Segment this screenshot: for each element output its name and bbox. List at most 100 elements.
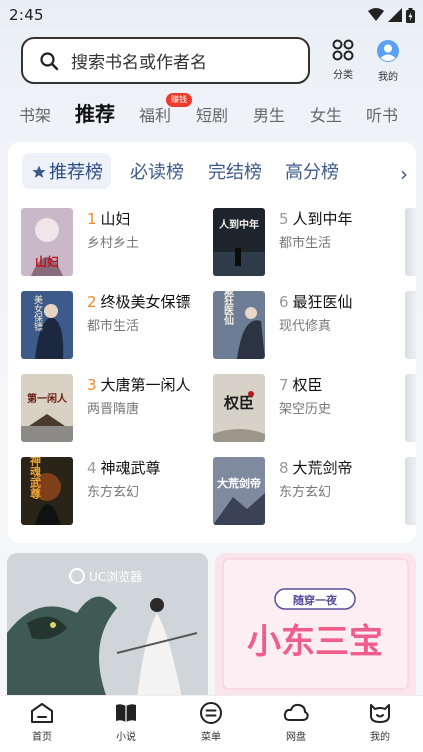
bottom-nav: 首页 小说 菜单 网盘 我的 — [0, 695, 423, 752]
book-item[interactable]: 神魂武尊 4 神魂武尊 东方玄幻 — [21, 457, 211, 527]
menu-icon — [200, 702, 222, 724]
uc-brand-label: UC浏览器 — [89, 569, 142, 584]
book-cover: 大荒剑帝 — [213, 457, 265, 525]
book-cover-peek[interactable] — [405, 374, 416, 442]
cloud-icon — [283, 703, 309, 721]
tab-male[interactable]: 男生 — [253, 102, 285, 126]
book-title: 6 最狂医仙 — [279, 293, 353, 311]
category-grid-icon — [332, 39, 354, 61]
search-icon — [40, 51, 59, 70]
category-label: 分类 — [333, 70, 353, 81]
book-title: 2 终极美女保镖 — [87, 293, 191, 311]
svg-text:神魂武尊: 神魂武尊 — [29, 457, 42, 500]
star-icon — [32, 165, 46, 178]
earn-badge: 赚钱 — [166, 93, 192, 107]
status-icons — [368, 7, 415, 23]
svg-text:山妇: 山妇 — [35, 254, 59, 269]
svg-text:最狂医仙: 最狂医仙 — [222, 291, 234, 326]
nav-novel[interactable]: 小说 — [96, 702, 156, 750]
book-item[interactable]: 美女保镖 2 终极美女保镖 都市生活 — [21, 291, 211, 361]
book-title: 7 权臣 — [279, 376, 323, 394]
book-title: 8 大荒剑帝 — [279, 459, 353, 477]
nav-home-label: 首页 — [32, 732, 52, 743]
book-tag: 两晋隋唐 — [87, 402, 140, 417]
svg-text:第一闲人: 第一闲人 — [27, 392, 68, 405]
nav-menu-label: 菜单 — [201, 732, 221, 743]
book-item[interactable]: 最狂医仙 6 最狂医仙 现代修真 — [213, 291, 403, 361]
book-cover: 第一闲人 — [21, 374, 73, 442]
ranking-tab-recommend[interactable]: 推荐榜 — [22, 153, 111, 189]
promo-banner-romance[interactable]: 随穿一夜 小东三宝 — [215, 553, 416, 698]
book-cover: 神魂武尊 — [21, 457, 73, 525]
book-icon — [116, 704, 136, 722]
status-bar: 2:45 — [0, 0, 423, 30]
ranking-tab-finished[interactable]: 完结榜 — [208, 158, 262, 184]
ranking-tab-must-read[interactable]: 必读榜 — [130, 158, 184, 184]
battery-icon — [406, 7, 415, 23]
nav-home[interactable]: 首页 — [12, 702, 72, 750]
svg-text:权臣: 权臣 — [223, 394, 254, 412]
chevron-right-icon[interactable]: › — [400, 162, 408, 186]
nav-mine[interactable]: 我的 — [350, 702, 410, 750]
profile-button[interactable]: 我的 — [368, 39, 408, 83]
tab-recommend[interactable]: 推荐 — [75, 98, 115, 127]
nav-cloud-label: 网盘 — [286, 732, 306, 743]
book-cover-peek[interactable] — [405, 291, 416, 359]
book-title: 1 山妇 — [87, 210, 131, 228]
book-title: 3 大唐第一闲人 — [87, 376, 191, 394]
tab-short-drama[interactable]: 短剧 — [196, 102, 228, 126]
book-tag: 都市生活 — [87, 319, 140, 334]
book-tag: 现代修真 — [279, 319, 332, 334]
banner-tag: 随穿一夜 — [293, 593, 338, 607]
book-cover: 最狂医仙 — [213, 291, 265, 359]
book-title: 4 神魂武尊 — [87, 459, 161, 477]
book-item[interactable]: 人到中年 5 人到中年 都市生活 — [213, 208, 403, 278]
ranking-tab-recommend-label: 推荐榜 — [49, 162, 103, 183]
book-tag: 东方玄幻 — [279, 485, 332, 500]
book-item[interactable]: 权臣 7 权臣 架空历史 — [213, 374, 403, 444]
book-item[interactable]: 大荒剑帝 8 大荒剑帝 东方玄幻 — [213, 457, 403, 527]
book-cover-peek[interactable] — [405, 457, 416, 525]
search-row: 搜索书名或作者名 分类 我的 — [0, 35, 423, 85]
tab-audiobook[interactable]: 听书 — [366, 102, 398, 126]
search-placeholder: 搜索书名或作者名 — [71, 53, 207, 73]
promo-banners: UC浏览器 随穿一夜 小东三宝 — [0, 553, 423, 698]
book-cover: 人到中年 — [213, 208, 265, 276]
book-tag: 乡村乡土 — [87, 236, 140, 251]
category-button[interactable]: 分类 — [323, 39, 363, 83]
book-item[interactable]: 山妇 1 山妇 乡村乡土 — [21, 208, 211, 278]
book-title: 5 人到中年 — [279, 210, 353, 228]
tab-welfare[interactable]: 福利 — [139, 102, 171, 126]
ranking-card: 推荐榜 必读榜 完结榜 高分榜 › 山妇 1 山妇 乡村乡土 美女保镖 2 终极… — [8, 142, 416, 543]
book-cover: 权臣 — [213, 374, 265, 442]
home-icon — [31, 703, 53, 723]
svg-text:美女保镖: 美女保镖 — [32, 294, 43, 332]
book-item[interactable]: 第一闲人 3 大唐第一闲人 两晋隋唐 — [21, 374, 211, 444]
tab-female[interactable]: 女生 — [310, 102, 342, 126]
status-time: 2:45 — [9, 6, 44, 24]
promo-banner-dragon[interactable]: UC浏览器 — [7, 553, 208, 698]
svg-text:大荒剑帝: 大荒剑帝 — [217, 476, 261, 490]
nav-cloud[interactable]: 网盘 — [266, 702, 326, 750]
ranking-tab-high-score[interactable]: 高分榜 — [285, 158, 339, 184]
wifi-icon — [368, 8, 384, 21]
ranking-tabs: 推荐榜 必读榜 完结榜 高分榜 › — [8, 152, 416, 194]
profile-face-icon — [370, 704, 390, 723]
book-tag: 东方玄幻 — [87, 485, 140, 500]
book-cover-peek[interactable] — [405, 208, 416, 276]
tab-bookshelf[interactable]: 书架 — [19, 102, 51, 126]
profile-label: 我的 — [378, 72, 398, 83]
avatar-icon — [377, 40, 399, 62]
search-input[interactable]: 搜索书名或作者名 — [21, 37, 310, 84]
book-tag: 都市生活 — [279, 236, 332, 251]
nav-menu[interactable]: 菜单 — [181, 702, 241, 750]
book-cover: 山妇 — [21, 208, 73, 276]
book-cover: 美女保镖 — [21, 291, 73, 359]
channel-tabs: 书架 推荐 福利 赚钱 短剧 男生 女生 听书 — [0, 93, 423, 130]
banner-title: 小东三宝 — [247, 622, 383, 662]
nav-mine-label: 我的 — [370, 732, 390, 743]
book-tag: 架空历史 — [279, 402, 332, 417]
svg-text:人到中年: 人到中年 — [219, 218, 259, 231]
signal-icon — [388, 8, 402, 22]
nav-novel-label: 小说 — [116, 732, 136, 743]
